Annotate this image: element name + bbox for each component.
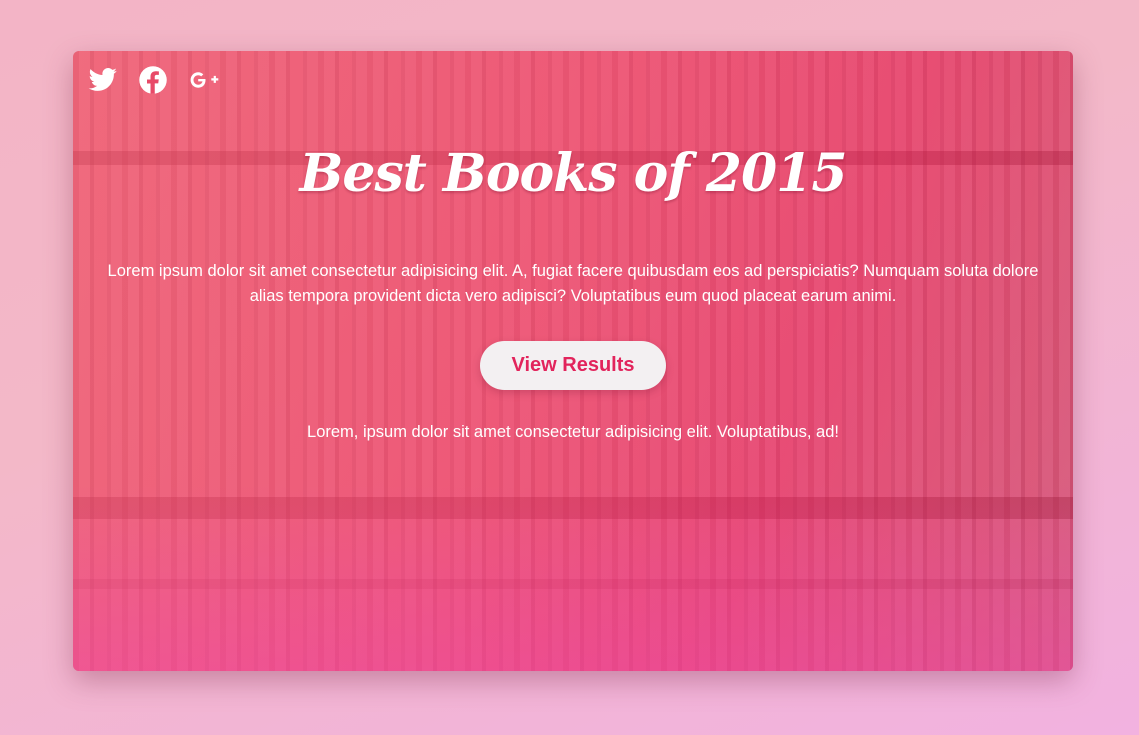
view-results-button[interactable]: View Results: [480, 341, 666, 390]
facebook-icon[interactable]: [138, 65, 168, 95]
hero-card: Best Books of 2015 Lorem ipsum dolor sit…: [73, 51, 1073, 671]
google-plus-icon[interactable]: [188, 65, 220, 95]
social-links: [88, 65, 220, 95]
hero-note: Lorem, ipsum dolor sit amet consectetur …: [307, 423, 839, 441]
page-title: Best Books of 2015: [299, 143, 847, 204]
hero-description: Lorem ipsum dolor sit amet consectetur a…: [107, 262, 1039, 305]
twitter-icon[interactable]: [88, 65, 118, 95]
